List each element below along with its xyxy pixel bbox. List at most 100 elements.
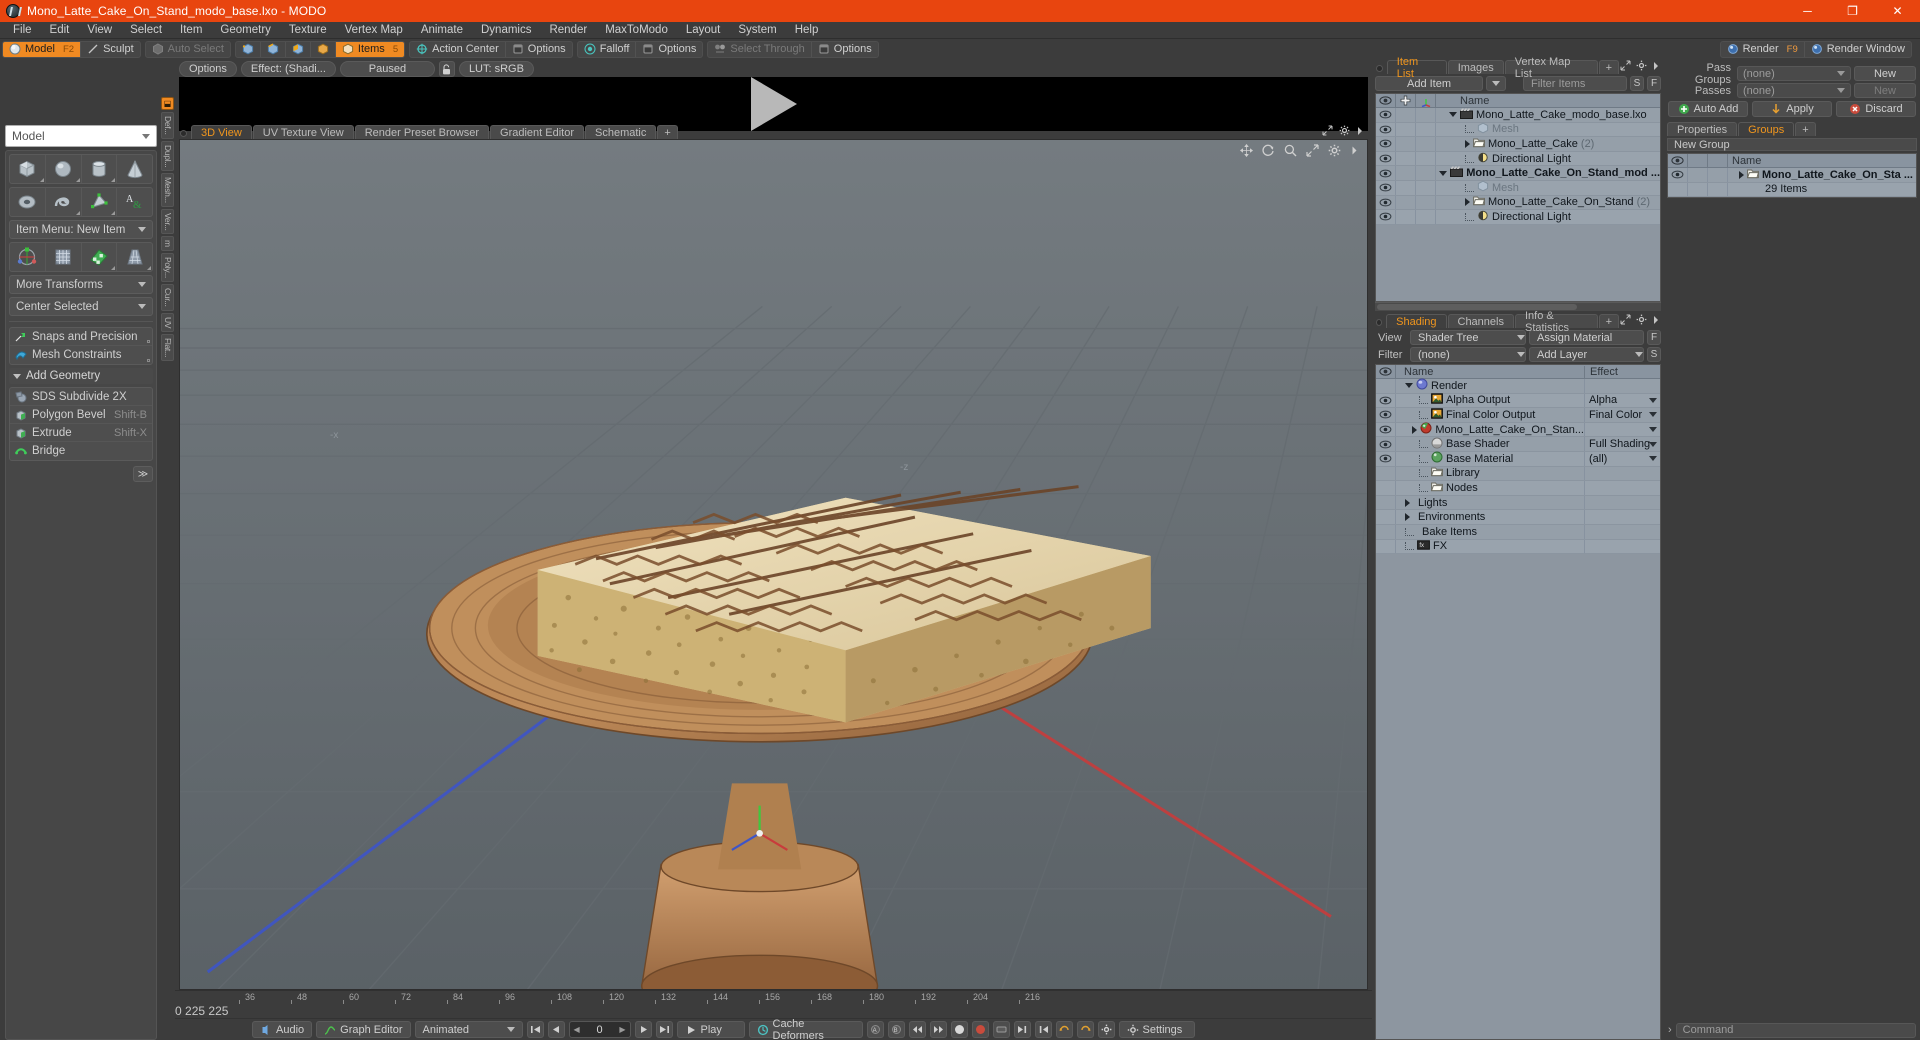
panel-menu-dot[interactable] xyxy=(180,130,187,137)
row-visibility-toggle[interactable] xyxy=(1376,180,1396,195)
shader-tree-row[interactable]: Nodes xyxy=(1376,481,1660,496)
vstrip-tab-poly[interactable]: Poly... xyxy=(161,253,174,283)
shader-row-effect-cell[interactable]: (all) xyxy=(1584,451,1660,466)
item-list-row[interactable]: Mesh xyxy=(1376,122,1660,138)
gear-icon-shading[interactable] xyxy=(1636,314,1647,328)
command-input[interactable]: Command xyxy=(1675,1022,1916,1038)
groups-tree-row[interactable]: Mono_Latte_Cake_On_Sta ... xyxy=(1668,168,1916,183)
shader-row-visibility-toggle[interactable] xyxy=(1376,495,1396,510)
gear-icon-3d[interactable] xyxy=(1328,144,1341,160)
shader-tree-row[interactable]: fx FX xyxy=(1376,539,1660,555)
item-menu-dropdown[interactable]: Item Menu: New Item xyxy=(9,220,153,239)
pan-icon[interactable] xyxy=(1239,143,1254,160)
goto-end-button[interactable] xyxy=(655,1021,673,1038)
auto-add-button[interactable]: Auto Add xyxy=(1668,101,1748,117)
tab-[interactable]: + xyxy=(1598,60,1619,74)
lock-icon[interactable] xyxy=(438,61,455,77)
graph-editor-button[interactable]: Graph Editor xyxy=(316,1021,411,1038)
geometry-tool-polygon-bevel[interactable]: Polygon Bevel Shift-B xyxy=(10,406,152,424)
tab-images[interactable]: Images xyxy=(1447,60,1504,74)
chevron-right-icon-expander[interactable] xyxy=(1405,513,1410,522)
item-list-row[interactable]: Directional Light xyxy=(1376,151,1660,167)
shader-tree-row[interactable]: Environments xyxy=(1376,510,1660,525)
tab-[interactable]: + xyxy=(1598,314,1619,328)
item-list-row[interactable]: Mono_Latte_Cake_modo_base.lxo xyxy=(1376,108,1660,123)
step-back-button[interactable] xyxy=(547,1021,565,1038)
edge-mode-button[interactable] xyxy=(261,41,286,57)
shader-row-visibility-toggle[interactable] xyxy=(1376,451,1396,466)
spiral-tool[interactable] xyxy=(46,188,82,216)
tab-schematic[interactable]: Schematic xyxy=(585,125,657,139)
shader-row-visibility-toggle[interactable] xyxy=(1376,379,1396,393)
vstrip-tab-ver[interactable]: Ver... xyxy=(161,208,174,235)
filter-s-button[interactable]: S xyxy=(1630,76,1644,91)
add-layer-dropdown[interactable]: Add Layer xyxy=(1529,347,1644,362)
row-lock-cell[interactable] xyxy=(1396,195,1416,210)
menu-item-file[interactable]: File xyxy=(4,22,41,39)
chevron-down-icon-expander[interactable] xyxy=(1405,383,1413,389)
tab-[interactable]: + xyxy=(657,125,678,139)
settings-button[interactable]: Settings xyxy=(1118,1021,1195,1038)
row-lock-cell[interactable] xyxy=(1396,108,1416,122)
frame-increment-arrow[interactable]: ▶ xyxy=(619,1025,625,1034)
row-axis-cell[interactable] xyxy=(1416,166,1436,180)
render-button[interactable]: Render F9 xyxy=(1721,41,1805,57)
action-center-options-button[interactable]: Options xyxy=(506,42,572,57)
tab-item-list[interactable]: Item List xyxy=(1386,56,1447,80)
item-list-row[interactable]: Mesh xyxy=(1376,180,1660,196)
polygon-pen-tool[interactable] xyxy=(82,188,118,216)
menu-item-help[interactable]: Help xyxy=(786,22,828,39)
row-visibility-toggle[interactable] xyxy=(1376,108,1396,122)
tool-search-input[interactable]: Model xyxy=(5,125,157,147)
shader-tree-row[interactable]: Mono_Latte_Cake_On_Stan... xyxy=(1376,422,1660,438)
gear-icon-viewport[interactable] xyxy=(1339,125,1350,139)
mesh-constraints-options-corner[interactable] xyxy=(147,359,150,362)
add-geometry-section-header[interactable]: Add Geometry xyxy=(9,368,153,384)
row-axis-cell[interactable] xyxy=(1416,151,1436,166)
tab-uv-texture-view[interactable]: UV Texture View xyxy=(252,125,354,139)
undo-button[interactable] xyxy=(1055,1021,1073,1038)
close-button[interactable]: ✕ xyxy=(1875,0,1920,22)
chevron-right-icon-3d[interactable] xyxy=(1350,145,1359,159)
menu-item-render[interactable]: Render xyxy=(540,22,596,39)
shader-row-visibility-toggle[interactable] xyxy=(1376,539,1396,554)
fit-icon[interactable] xyxy=(1306,144,1319,160)
row-visibility-toggle[interactable] xyxy=(1376,122,1396,137)
menu-item-vertex-map[interactable]: Vertex Map xyxy=(336,22,412,39)
panel-menu-dot[interactable] xyxy=(1376,65,1383,72)
chevron-down-icon-effect[interactable] xyxy=(1649,456,1657,462)
rotate-icon[interactable] xyxy=(1262,144,1275,160)
torus-tool[interactable] xyxy=(10,188,46,216)
center-selected-dropdown[interactable]: Center Selected xyxy=(9,297,153,316)
chevron-down-icon-effect[interactable] xyxy=(1649,397,1657,403)
shader-row-effect-cell[interactable] xyxy=(1584,422,1660,437)
chevron-right-icon-shading[interactable] xyxy=(1652,314,1660,328)
assign-f-button[interactable]: F xyxy=(1647,330,1661,345)
tab-shading[interactable]: Shading xyxy=(1386,314,1447,328)
row-lock-cell[interactable] xyxy=(1396,122,1416,137)
audio-button[interactable]: Audio xyxy=(252,1021,313,1038)
new-pass-button[interactable]: New xyxy=(1854,83,1916,98)
item-list-row[interactable]: Mono_Latte_Cake_On_Stand (2) xyxy=(1376,195,1660,211)
redo-button[interactable] xyxy=(1076,1021,1094,1038)
3d-viewport[interactable]: -x -z xyxy=(179,139,1368,990)
next-key-button[interactable] xyxy=(929,1021,947,1038)
menu-item-item[interactable]: Item xyxy=(171,22,211,39)
create-key-button[interactable] xyxy=(971,1021,989,1038)
row-visibility-toggle[interactable] xyxy=(1376,137,1396,151)
menu-item-geometry[interactable]: Geometry xyxy=(211,22,280,39)
shader-tree-row[interactable]: Base Material (all) xyxy=(1376,451,1660,467)
chevron-right-icon-expander[interactable] xyxy=(1465,139,1470,148)
chevron-right-icon-item-list[interactable] xyxy=(1652,60,1660,74)
shader-tree-row[interactable]: Lights xyxy=(1376,495,1660,511)
chevron-down-icon-effect[interactable] xyxy=(1649,427,1657,433)
row-lock-cell[interactable] xyxy=(1396,180,1416,195)
new-pass-group-button[interactable]: New xyxy=(1854,66,1916,81)
geometry-tool-sds-subdivide-2x[interactable]: SDS Subdivide 2X xyxy=(10,388,152,406)
shader-row-effect-cell[interactable]: Alpha xyxy=(1584,393,1660,408)
bend-submenu-corner[interactable] xyxy=(111,266,116,270)
menu-item-dynamics[interactable]: Dynamics xyxy=(472,22,540,39)
minimize-button[interactable]: ─ xyxy=(1785,0,1830,22)
tab-[interactable]: + xyxy=(1795,122,1816,136)
sphere-tool[interactable] xyxy=(46,155,82,183)
